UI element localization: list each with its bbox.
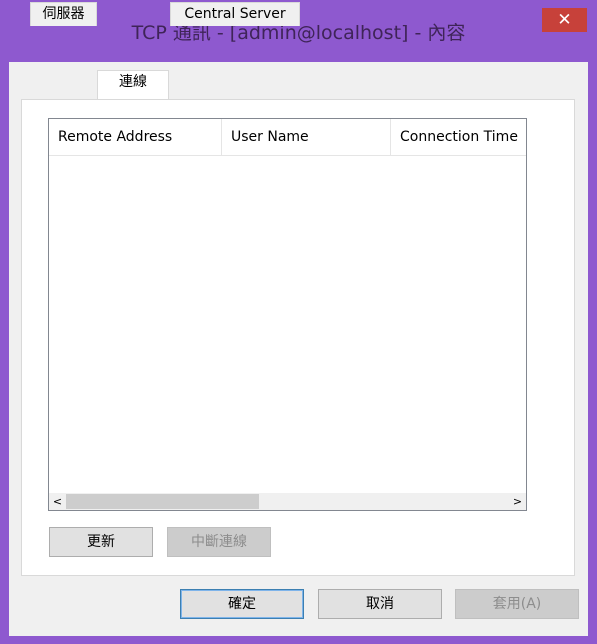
column-header-connection-time[interactable]: Connection Time <box>391 119 526 155</box>
apply-button[interactable]: 套用(A) <box>455 589 579 619</box>
close-icon: ✕ <box>557 10 572 30</box>
cancel-button[interactable]: 取消 <box>318 589 442 619</box>
close-button[interactable]: ✕ <box>542 8 587 32</box>
scroll-left-icon[interactable]: < <box>49 493 66 510</box>
scrollbar-thumb[interactable] <box>66 494 259 509</box>
tab-server[interactable]: 伺服器 <box>30 2 97 26</box>
column-header-remote-address[interactable]: Remote Address <box>49 119 221 155</box>
disconnect-button[interactable]: 中斷連線 <box>167 527 271 557</box>
tab-label: Central Server <box>184 6 286 22</box>
tab-central-server[interactable]: Central Server <box>170 2 300 26</box>
horizontal-scrollbar[interactable]: < > <box>49 493 526 510</box>
list-header: Remote Address User Name Connection Time <box>49 119 526 156</box>
ok-button[interactable]: 確定 <box>180 589 304 619</box>
scroll-right-icon[interactable]: > <box>509 493 526 510</box>
tab-connections[interactable]: 連線 <box>97 70 169 99</box>
tab-label: 伺服器 <box>42 6 85 22</box>
connections-list[interactable]: Remote Address User Name Connection Time… <box>48 118 527 511</box>
refresh-button[interactable]: 更新 <box>49 527 153 557</box>
tab-label: 連線 <box>119 74 147 90</box>
dialog-window: TCP 通訊 - [admin@localhost] - 內容 ✕ 伺服器 連線… <box>0 0 597 644</box>
column-header-user-name[interactable]: User Name <box>222 119 390 155</box>
